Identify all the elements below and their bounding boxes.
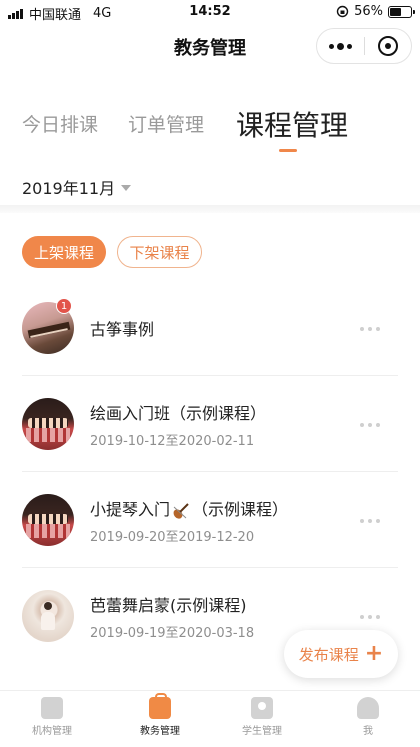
more-icon[interactable] bbox=[360, 420, 380, 430]
id-card-icon bbox=[251, 697, 273, 719]
publish-course-button[interactable]: 发布课程 + bbox=[284, 630, 398, 678]
section-divider bbox=[0, 205, 420, 213]
tab-strip: 今日排课 订单管理 课程管理 bbox=[0, 70, 420, 160]
more-icon[interactable] bbox=[360, 516, 380, 526]
more-icon[interactable] bbox=[360, 612, 380, 622]
more-icon[interactable] bbox=[360, 324, 380, 334]
bottom-tab-bar: 机构管理 教务管理 学生管理 我 bbox=[0, 690, 420, 747]
course-title-text: 小提琴入门 bbox=[90, 500, 171, 519]
more-options-icon[interactable] bbox=[317, 29, 364, 63]
tab-bar-item-academic[interactable]: 教务管理 bbox=[110, 693, 210, 737]
status-bar: 中国联通 4G 14:52 56% bbox=[0, 0, 420, 24]
tab-bar-item-institution[interactable]: 机构管理 bbox=[2, 697, 102, 737]
orientation-lock-icon bbox=[336, 5, 349, 18]
battery-icon bbox=[388, 5, 415, 18]
mini-program-capsule bbox=[316, 28, 412, 64]
month-selector[interactable]: 2019年11月 bbox=[22, 175, 132, 199]
building-icon bbox=[41, 697, 63, 719]
active-tab-indicator bbox=[279, 149, 297, 152]
tab-order-management[interactable]: 订单管理 bbox=[128, 110, 204, 137]
tab-bar-label: 学生管理 bbox=[242, 726, 282, 737]
close-mini-program-icon[interactable] bbox=[365, 29, 411, 63]
caret-down-icon bbox=[121, 185, 132, 191]
course-thumbnail bbox=[22, 398, 74, 450]
course-title-suffix: （示例课程） bbox=[192, 500, 289, 519]
course-title: 古筝事例 bbox=[90, 320, 155, 339]
course-title: 芭蕾舞启蒙(示例课程) bbox=[90, 596, 247, 615]
battery-fill bbox=[390, 7, 402, 16]
course-title: 绘画入门班（示例课程） bbox=[90, 404, 267, 423]
nav-bar: 教务管理 bbox=[0, 24, 420, 68]
course-title: 小提琴入门 （示例课程） bbox=[90, 496, 288, 520]
course-thumbnail bbox=[22, 590, 74, 642]
course-dates: 2019-09-20至2019-12-20 bbox=[90, 530, 255, 545]
off-shelf-courses-button[interactable]: 下架课程 bbox=[117, 236, 202, 268]
course-item[interactable]: 小提琴入门 （示例课程） 2019-09-20至2019-12-20 bbox=[0, 472, 420, 568]
on-shelf-courses-button[interactable]: 上架课程 bbox=[22, 236, 106, 268]
violin-icon bbox=[173, 502, 189, 519]
course-item[interactable]: 1 古筝事例 bbox=[0, 280, 420, 376]
course-thumbnail bbox=[22, 494, 74, 546]
course-dates: 2019-09-19至2020-03-18 bbox=[90, 626, 255, 641]
notification-badge: 1 bbox=[56, 298, 72, 314]
course-item[interactable]: 绘画入门班（示例课程） 2019-10-12至2020-02-11 bbox=[0, 376, 420, 472]
publish-label: 发布课程 bbox=[298, 645, 359, 664]
battery-percent: 56% bbox=[354, 4, 383, 19]
tab-bar-item-students[interactable]: 学生管理 bbox=[212, 697, 312, 737]
tab-today-schedule[interactable]: 今日排课 bbox=[22, 110, 98, 137]
tab-bar-item-me[interactable]: 我 bbox=[318, 697, 418, 737]
plus-icon: + bbox=[364, 641, 384, 666]
tab-bar-label: 机构管理 bbox=[32, 726, 72, 737]
course-dates: 2019-10-12至2020-02-11 bbox=[90, 434, 255, 449]
tab-bar-label: 我 bbox=[363, 726, 373, 737]
month-label: 2019年11月 bbox=[22, 179, 116, 198]
tab-bar-label: 教务管理 bbox=[140, 726, 180, 737]
bag-icon bbox=[149, 693, 171, 719]
user-icon bbox=[357, 697, 379, 719]
tab-course-management[interactable]: 课程管理 bbox=[236, 104, 348, 144]
